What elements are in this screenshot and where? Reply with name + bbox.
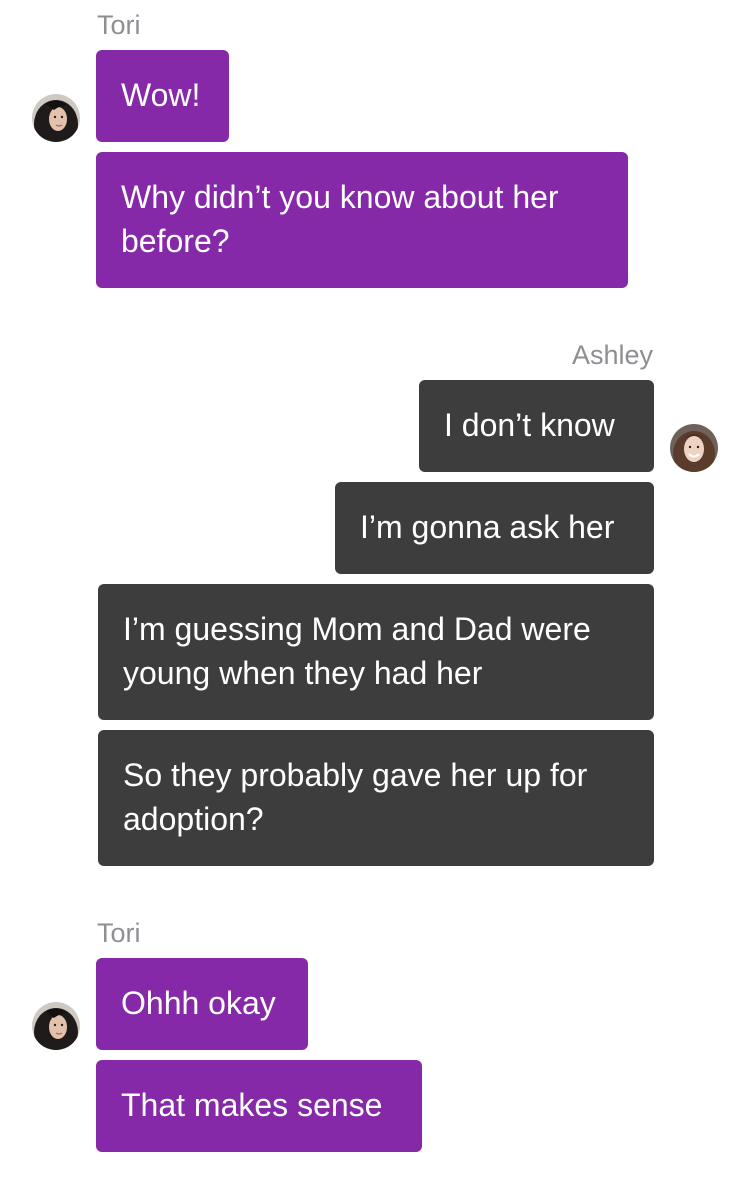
message-text: I’m gonna ask her xyxy=(360,509,615,545)
message-text: So they probably gave her up for adoptio… xyxy=(123,757,588,837)
message-text: I’m guessing Mom and Dad were young when… xyxy=(123,611,591,691)
message-text: I don’t know xyxy=(444,407,615,443)
sender-name-ashley: Ashley xyxy=(571,340,653,370)
message-bubble[interactable]: So they probably gave her up for adoptio… xyxy=(98,730,654,866)
ashley-avatar[interactable] xyxy=(670,424,718,472)
message-bubble[interactable]: Why didn’t you know about her before? xyxy=(96,152,628,288)
message-bubble[interactable]: That makes sense xyxy=(96,1060,422,1152)
message-text: That makes sense xyxy=(121,1087,383,1123)
message-bubble[interactable]: Wow! xyxy=(96,50,229,142)
message-text: Why didn’t you know about her before? xyxy=(121,179,559,259)
sender-name-tori: Tori xyxy=(97,918,141,948)
message-text: Ohhh okay xyxy=(121,985,276,1021)
message-bubble[interactable]: Ohhh okay xyxy=(96,958,308,1050)
message-bubble[interactable]: I’m gonna ask her xyxy=(335,482,654,574)
message-bubble[interactable]: I don’t know xyxy=(419,380,654,472)
tori-avatar[interactable] xyxy=(32,1002,80,1050)
sender-name-tori: Tori xyxy=(97,10,141,40)
chat-view: Tori Wow! Why didn’t you know about her … xyxy=(0,0,750,1193)
message-text: Wow! xyxy=(121,77,201,113)
tori-avatar[interactable] xyxy=(32,94,80,142)
message-bubble[interactable]: I’m guessing Mom and Dad were young when… xyxy=(98,584,654,720)
